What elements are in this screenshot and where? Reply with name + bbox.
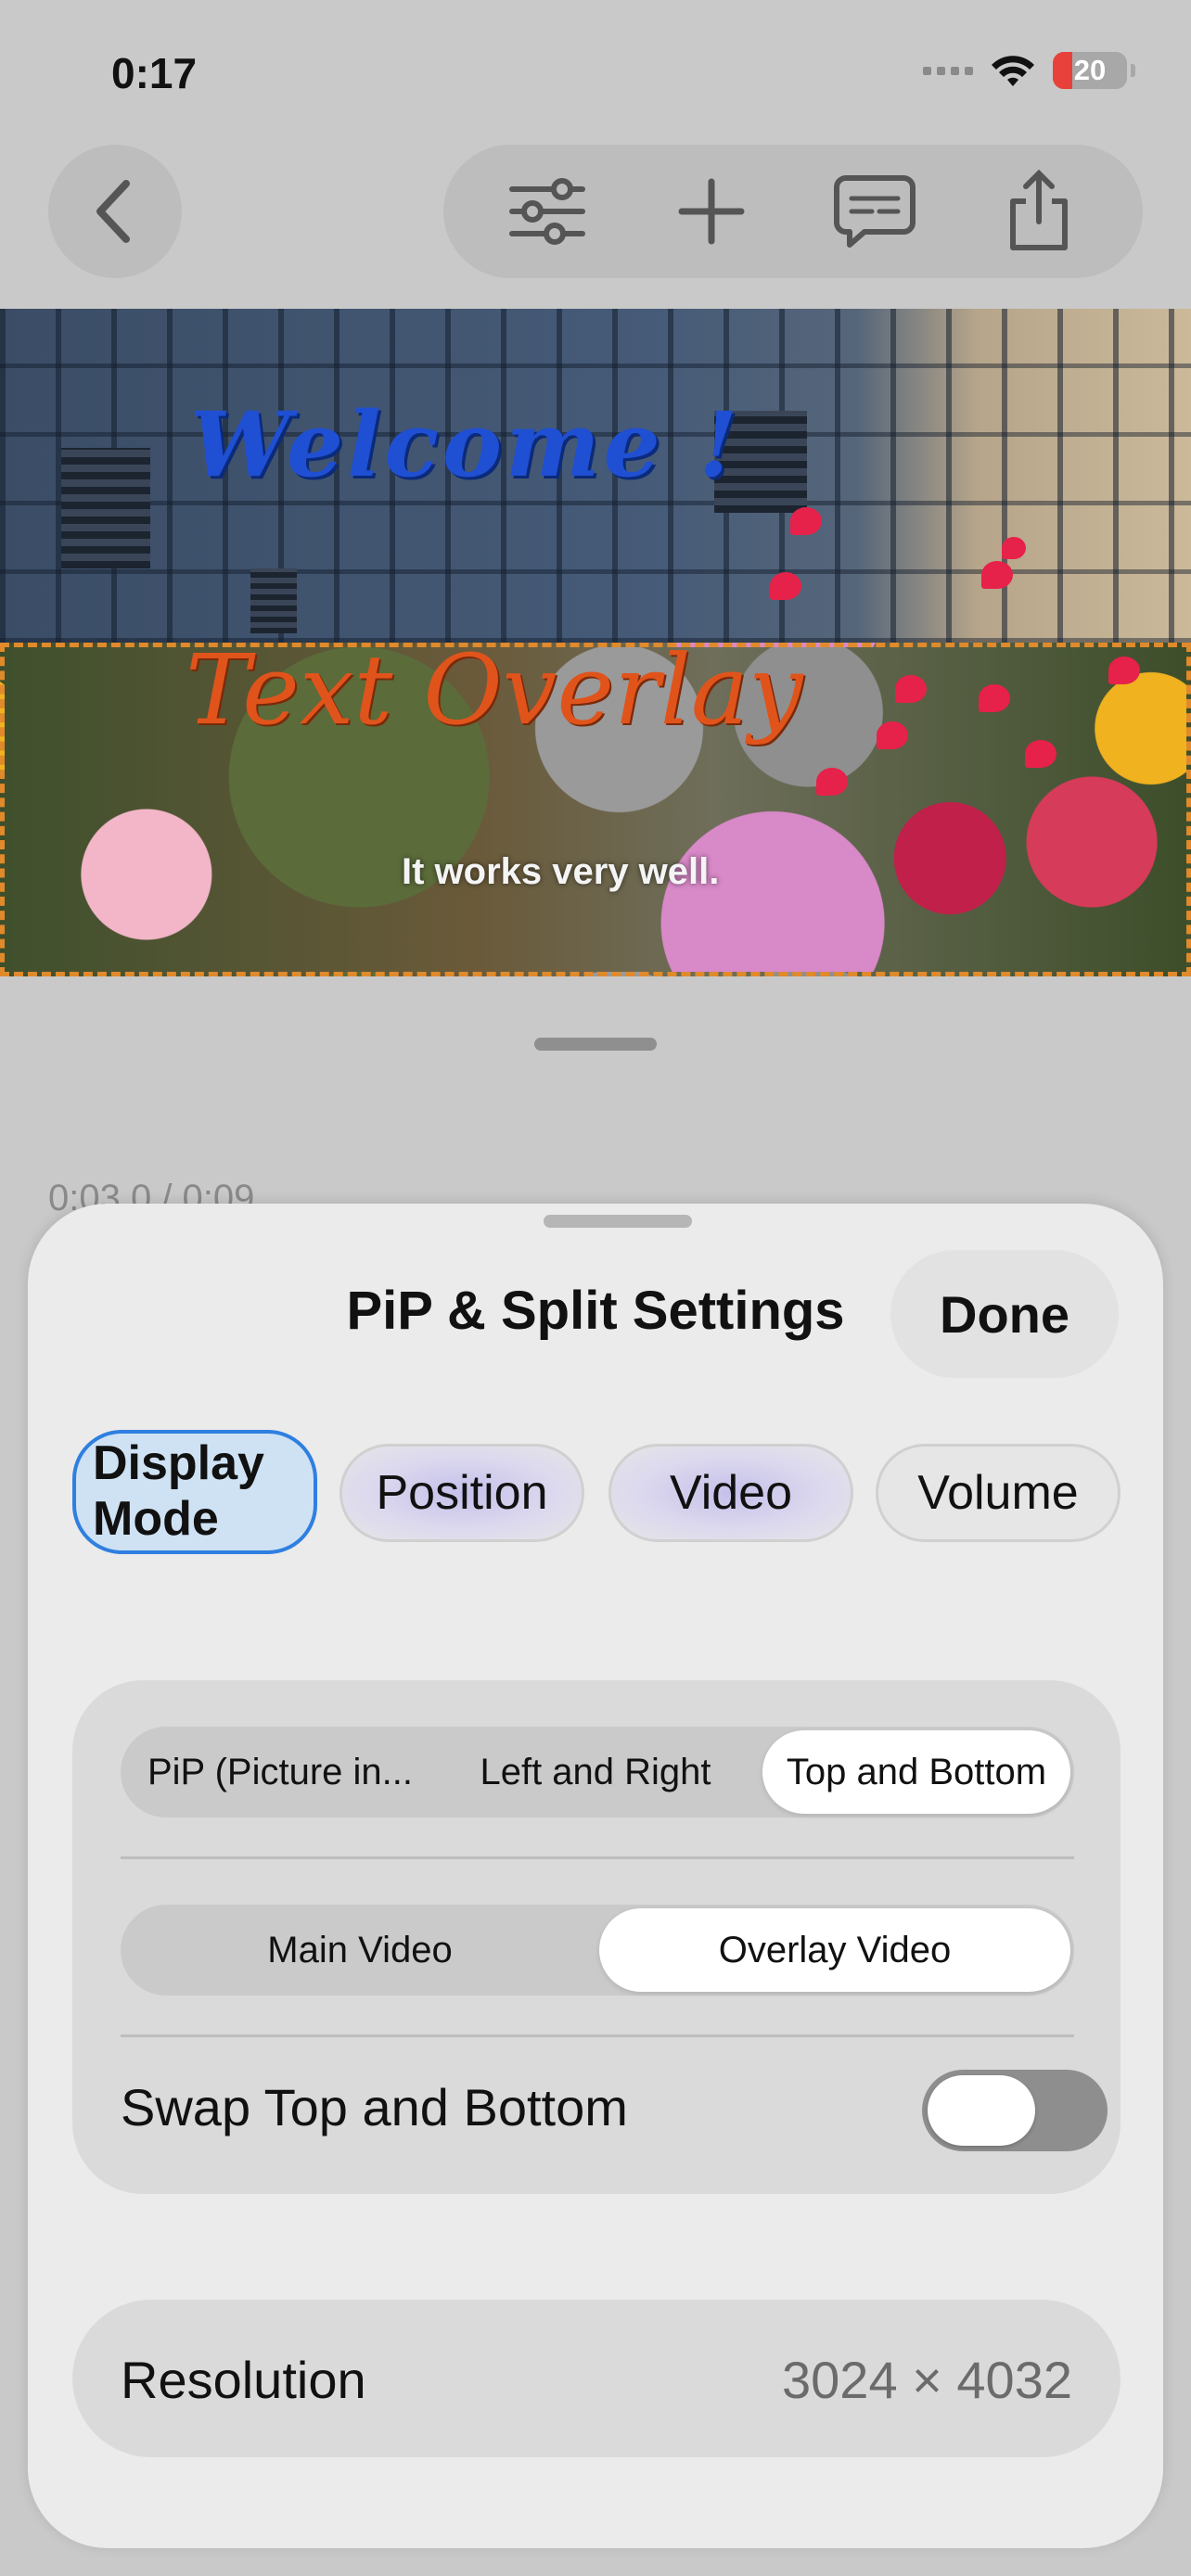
chevron-left-icon (96, 180, 130, 243)
sheet-grabber[interactable] (544, 1215, 692, 1228)
wifi-icon (992, 56, 1034, 86)
settings-tabs: Display Mode Position Video Volume (72, 1430, 1121, 1554)
tab-video[interactable]: Video (608, 1444, 853, 1542)
segment-top-and-bottom[interactable]: Top and Bottom (762, 1730, 1070, 1814)
swap-top-bottom-label: Swap Top and Bottom (121, 2078, 628, 2136)
layout-mode-segmented-control: PiP (Picture in... Left and Right Top an… (121, 1727, 1074, 1817)
share-icon (1009, 170, 1068, 250)
display-mode-card: PiP (Picture in... Left and Right Top an… (72, 1680, 1121, 2194)
welcome-title-overlay: Welcome ! (190, 392, 742, 497)
add-button[interactable] (665, 165, 758, 258)
toggle-knob (928, 2075, 1035, 2146)
segment-overlay-video[interactable]: Overlay Video (599, 1908, 1070, 1992)
resolution-value: 3024 × 4032 (782, 2351, 1072, 2409)
message-icon (834, 175, 916, 248)
resolution-row: Resolution 3024 × 4032 (72, 2300, 1121, 2457)
panel-grabber[interactable] (534, 1038, 657, 1051)
segment-main-video[interactable]: Main Video (124, 1908, 596, 1992)
adjustments-button[interactable] (501, 165, 594, 258)
tab-volume[interactable]: Volume (876, 1444, 1121, 1542)
main-video-frame: Welcome ! (0, 309, 1191, 643)
video-caption: It works very well. (402, 851, 720, 892)
subtitle-button[interactable] (828, 165, 921, 258)
editor-toolbar (443, 145, 1143, 278)
tab-position[interactable]: Position (339, 1444, 584, 1542)
pip-split-settings-sheet: PiP & Split Settings Done Display Mode P… (28, 1204, 1163, 2548)
back-button[interactable] (48, 145, 182, 278)
text-overlay: Text Overlay (186, 633, 803, 746)
done-button[interactable]: Done (890, 1250, 1119, 1378)
battery-icon: 20 (1053, 52, 1127, 89)
segment-left-and-right[interactable]: Left and Right (440, 1730, 751, 1814)
overlay-video-frame[interactable]: Text Overlay It works very well. (0, 633, 1191, 976)
divider (121, 2034, 1074, 2037)
video-target-segmented-control: Main Video Overlay Video (121, 1905, 1074, 1996)
sliders-icon (509, 178, 586, 245)
video-preview[interactable]: Welcome ! Text Overlay It works very wel… (0, 309, 1191, 976)
resolution-label: Resolution (121, 2351, 366, 2409)
segment-pip[interactable]: PiP (Picture in... (124, 1730, 436, 1814)
battery-level: 20 (1073, 54, 1107, 86)
share-button[interactable] (992, 165, 1085, 258)
swap-top-bottom-toggle[interactable] (922, 2070, 1108, 2151)
cellular-signal-icon (923, 66, 973, 75)
status-indicators: 20 (923, 52, 1135, 89)
divider (121, 1856, 1074, 1859)
status-time: 0:17 (111, 49, 198, 97)
tab-display-mode[interactable]: Display Mode (72, 1430, 317, 1554)
plus-icon (678, 178, 745, 245)
